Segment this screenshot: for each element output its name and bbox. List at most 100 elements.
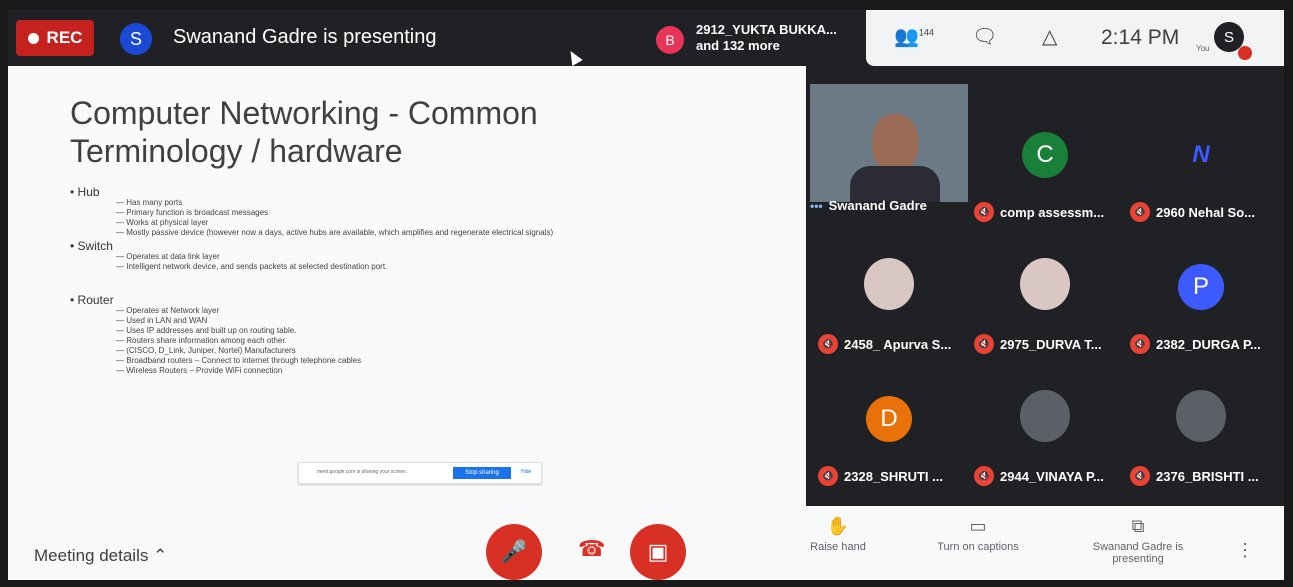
bullet-heading: Switch [70,240,553,252]
participant-name: comp assessm... [1000,204,1105,220]
bullet-item: Uses IP addresses and built up on routin… [70,326,553,336]
bullet-item: Has many ports [70,198,553,208]
camera-toggle-button[interactable]: ▣ [630,524,686,580]
mic-off-icon: 🔇 [974,334,994,354]
participant-photo [1020,258,1070,310]
meeting-details-button[interactable]: Meeting details ⌃ [34,546,167,566]
speaker-body [850,166,940,202]
participant-name: 2944_VINAYA P... [1000,468,1104,484]
participant-name: Swanand Gadre [828,198,927,213]
bullet-item: Primary function is broadcast messages [70,208,553,218]
screen-share-bar: meet.google.com is sharing your screen. … [298,462,542,484]
more-options-icon[interactable]: ⋮ [1236,540,1254,561]
bullet-heading: Router [70,294,553,306]
participant-tile[interactable]: C 🔇 comp assessm... [970,104,1122,224]
hand-icon: ✋ [826,516,850,536]
hang-up-icon: ☎ [578,536,606,561]
speaking-indicator-icon: ••• [810,198,823,213]
participant-tile[interactable]: D 🔇 2328_SHRUTI ... [814,368,966,488]
other-participants-summary[interactable]: 2912_YUKTA BUKKA... and 132 more [696,22,837,54]
bullet-item: Used in LAN and WAN [70,316,553,326]
mic-off-icon: 🎤 [500,539,528,564]
self-video [810,84,968,202]
captions-button[interactable]: ▭ Turn on captions [928,516,1028,553]
camera-off-icon: ▣ [647,539,669,564]
participant-photo [1176,390,1226,442]
participant-avatar: C [1022,132,1068,178]
raise-hand-label: Raise hand [810,541,866,553]
meeting-toolbar: 👥144 🗨 △ 2:14 PM You S [866,10,1284,66]
bullet-heading: Hub [70,186,553,198]
participant-tile-self[interactable]: ••• Swanand Gadre [806,66,968,213]
meet-window: REC S Swanand Gadre is presenting B 2912… [8,10,1284,580]
participant-photo [1020,390,1070,442]
participant-photo [864,258,914,310]
raise-hand-button[interactable]: ✋ Raise hand [788,516,888,553]
presenting-label: Swanand Gadre is presenting [1092,541,1184,565]
participant-label: 🔇 2975_DURVA T... [974,334,1102,354]
participant-tile[interactable]: P 🔇 2382_DURGA P... [1126,236,1278,356]
recording-badge: REC [16,20,94,56]
present-now-button[interactable]: ⧉ Swanand Gadre is presenting [1088,516,1188,565]
people-icon[interactable]: 👥144 [894,24,934,49]
leave-call-button[interactable]: ☎ [578,536,605,562]
presenting-text: Swanand Gadre is presenting [173,26,437,48]
participant-label: 🔇 2960 Nehal So... [1130,202,1255,222]
slide-bullets: Hub Has many ports Primary function is b… [70,184,554,376]
participant-tile[interactable]: N 🔇 2960 Nehal So... [1126,104,1278,224]
captions-icon: ▭ [969,516,987,536]
bullet-item: Works at physical layer [70,218,553,228]
record-dot-icon [27,32,39,44]
share-notice: meet.google.com is sharing your screen. [317,469,408,475]
chat-icon[interactable]: 🗨 [972,24,997,49]
participant-label: 🔇 comp assessm... [974,202,1104,222]
notification-badge [1238,46,1252,60]
participant-label: 🔇 2944_VINAYA P... [974,466,1104,486]
mic-off-icon: 🔇 [1130,202,1150,222]
activities-icon[interactable]: △ [1042,24,1057,49]
speaker-face [872,114,918,172]
participant-tile[interactable]: 🔇 2376_BRISHTI ... [1126,368,1278,488]
participant-tile[interactable]: 🔇 2975_DURVA T... [970,236,1122,356]
mouse-cursor-icon [565,47,583,67]
bullet-item: Operates at Network layer [70,306,553,316]
other-participant-avatar: B [656,26,684,54]
bullet-item: Intelligent network device, and sends pa… [70,262,553,272]
captions-label: Turn on captions [937,541,1019,553]
participant-name: 2328_SHRUTI ... [844,468,943,484]
participant-name: 2376_BRISHTI ... [1156,468,1259,484]
presenter-avatar: S [120,23,152,55]
participant-label: 🔇 2328_SHRUTI ... [818,466,943,486]
mic-off-icon: 🔇 [974,466,994,486]
clock-time: 2:14 PM [1101,26,1180,49]
bullet-item: Mostly passive device (however now a day… [70,228,553,238]
stop-sharing-button[interactable]: Stop sharing [453,467,511,479]
participant-label: 🔇 2382_DURGA P... [1130,334,1261,354]
mic-off-icon: 🔇 [974,202,994,222]
bullet-item: Routers share information among each oth… [70,336,553,346]
participant-tile[interactable]: 🔇 2944_VINAYA P... [970,368,1122,488]
meeting-details-label: Meeting details [34,546,149,565]
bullet-item: Wireless Routers – Provide WiFi connecti… [70,366,553,376]
bullet-item: Broadband routers – Connect to internet … [70,356,553,366]
participant-name: 2382_DURGA P... [1156,336,1261,352]
slide-title: Computer Networking - Common Terminology… [70,95,538,169]
participant-label: 🔇 2458_ Apurva S... [818,334,951,354]
participant-label: 🔇 2376_BRISHTI ... [1130,466,1259,486]
present-icon: ⧉ [1131,516,1145,536]
hide-link[interactable]: Hide [521,469,531,475]
mic-off-icon: 🔇 [818,334,838,354]
bullet-item: Operates at data link layer [70,252,553,262]
participant-tile[interactable]: 🔇 2458_ Apurva S... [814,236,966,356]
participant-avatar: D [866,396,912,442]
participant-grid: ••• Swanand Gadre C 🔇 comp assessm... N … [806,66,1284,506]
participant-avatar: N [1192,141,1210,168]
participant-name: 2458_ Apurva S... [844,336,952,352]
participant-label: ••• Swanand Gadre [810,198,927,213]
mic-off-icon: 🔇 [1130,334,1150,354]
other-participant-name: 2912_YUKTA BUKKA... [696,22,837,37]
mic-toggle-button[interactable]: 🎤 [486,524,542,580]
chevron-up-icon: ⌃ [153,546,168,565]
more-count: and 132 more [696,38,780,53]
people-count: 144 [918,27,934,38]
